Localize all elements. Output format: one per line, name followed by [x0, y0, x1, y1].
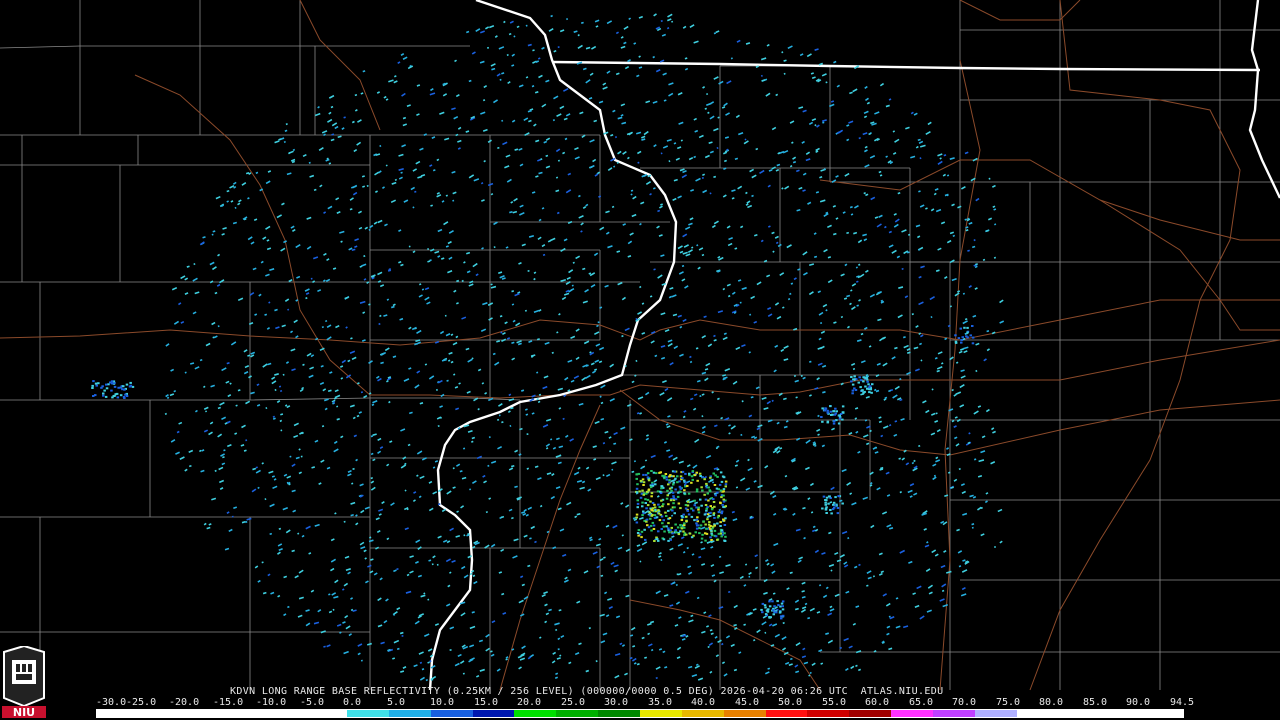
colorbar-label: 30.0: [604, 697, 629, 708]
colorbar-segment: [514, 710, 557, 717]
colorbar-segment: [347, 710, 389, 717]
colorbar-label: 75.0: [996, 697, 1021, 708]
colorbar-label: 45.0: [735, 697, 760, 708]
colorbar-label: -30.0: [96, 697, 127, 708]
colorbar-segment: [891, 710, 933, 717]
colorbar-label: 5.0: [387, 697, 406, 708]
colorbar-label: 85.0: [1083, 697, 1108, 708]
colorbar-segment: [96, 710, 138, 717]
colorbar-segment: [598, 710, 640, 717]
colorbar-label: 15.0: [474, 697, 499, 708]
colorbar-label: 65.0: [909, 697, 934, 708]
colorbar: [96, 709, 1184, 718]
radar-map: [0, 0, 1280, 691]
colorbar-label: 60.0: [865, 697, 890, 708]
colorbar-label: 0.0: [343, 697, 362, 708]
colorbar-label: 35.0: [648, 697, 673, 708]
colorbar-segment: [430, 710, 473, 717]
colorbar-segment: [388, 710, 431, 717]
colorbar-label: 94.5: [1170, 697, 1195, 708]
state-boundaries: [428, 0, 1280, 691]
colorbar-segment: [1058, 710, 1101, 717]
colorbar-label: -25.0: [126, 697, 157, 708]
colorbar-label: -20.0: [169, 697, 200, 708]
colorbar-segment: [639, 710, 682, 717]
colorbar-label: 40.0: [691, 697, 716, 708]
radar-echoes: [91, 13, 1005, 682]
colorbar-segment: [1100, 710, 1143, 717]
highways: [0, 0, 1280, 691]
colorbar-segment: [765, 710, 808, 717]
colorbar-label: 90.0: [1126, 697, 1151, 708]
colorbar-segment: [932, 710, 975, 717]
colorbar-segment: [137, 710, 180, 717]
niu-logo: NIU: [2, 646, 46, 718]
logo-text: NIU: [13, 706, 35, 718]
colorbar-segment: [305, 710, 348, 717]
colorbar-segment: [1016, 710, 1059, 717]
colorbar-segment: [556, 710, 599, 717]
colorbar-label: 55.0: [822, 697, 847, 708]
colorbar-labels: -30.0 -25.0 -20.0 -15.0 -10.0 -5.0 0.0 5.0 10.0 1…: [96, 697, 1196, 708]
colorbar-label: 80.0: [1039, 697, 1064, 708]
colorbar-segment: [263, 710, 306, 717]
colorbar-segment: [1142, 710, 1184, 717]
colorbar-segment: [849, 710, 892, 717]
colorbar-segment: [221, 710, 264, 717]
colorbar-segment: [974, 710, 1017, 717]
colorbar-label: 25.0: [561, 697, 586, 708]
colorbar-label: 50.0: [778, 697, 803, 708]
colorbar-label: -10.0: [256, 697, 287, 708]
radar-caption: KDVN LONG RANGE BASE REFLECTIVITY (0.25K…: [230, 686, 944, 697]
county-boundaries: [0, 0, 1280, 690]
colorbar-label: 10.0: [430, 697, 455, 708]
colorbar-segment: [681, 710, 724, 717]
colorbar-label: 20.0: [517, 697, 542, 708]
colorbar-segment: [723, 710, 766, 717]
colorbar-label: -15.0: [213, 697, 244, 708]
colorbar-segment: [807, 710, 850, 717]
colorbar-label: 70.0: [952, 697, 977, 708]
colorbar-label: -5.0: [300, 697, 325, 708]
colorbar-segment: [472, 710, 515, 717]
colorbar-segment: [179, 710, 222, 717]
